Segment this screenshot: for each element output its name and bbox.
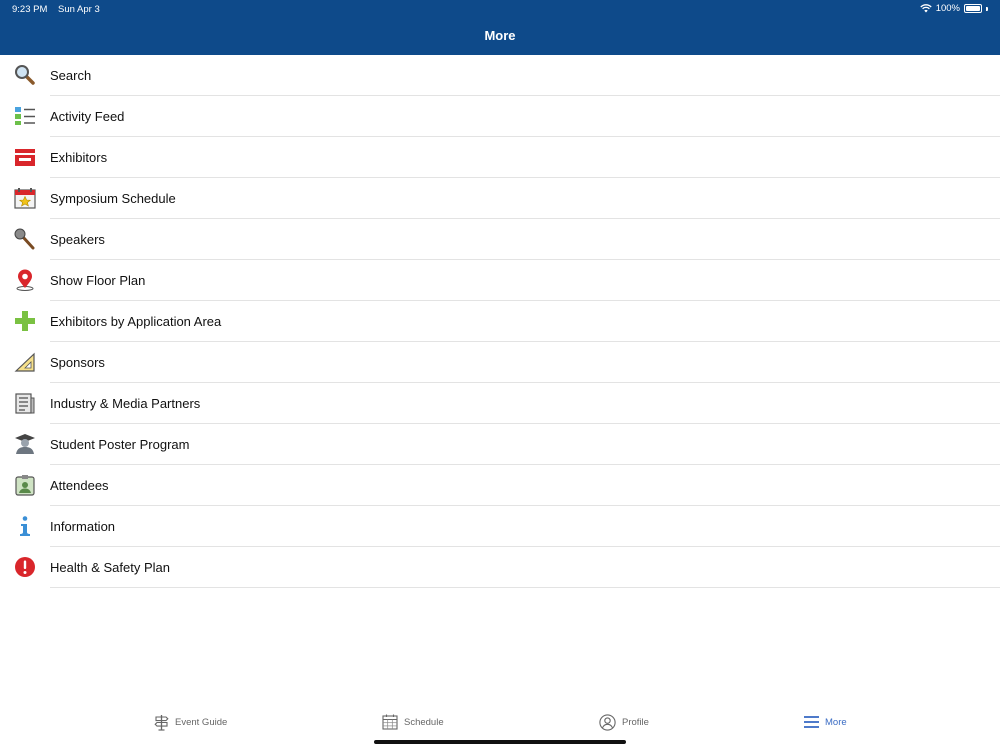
tab-label: Profile xyxy=(622,716,649,728)
status-bar: 9:23 PM Sun Apr 3 100% xyxy=(0,0,1000,18)
menu-item-show-floor-plan[interactable]: Show Floor Plan xyxy=(0,260,1000,301)
menu-item-information[interactable]: Information xyxy=(0,506,1000,547)
ruler-triangle-icon xyxy=(14,351,36,373)
search-icon xyxy=(14,64,36,86)
menu-item-label: Activity Feed xyxy=(50,109,125,124)
menu-item-label: Information xyxy=(50,519,116,534)
plus-icon xyxy=(14,310,36,332)
status-date: Sun Apr 3 xyxy=(58,4,100,15)
menu-item-search[interactable]: Search xyxy=(0,55,1000,96)
menu-item-activity-feed[interactable]: Activity Feed xyxy=(0,96,1000,137)
calendar-icon xyxy=(382,714,398,730)
page-title: More xyxy=(484,28,516,43)
battery-icon xyxy=(964,4,982,13)
menu-item-label: Attendees xyxy=(50,478,109,493)
menu-item-student-poster-program[interactable]: Student Poster Program xyxy=(0,424,1000,465)
map-pin-icon xyxy=(14,269,36,291)
menu-item-label: Symposium Schedule xyxy=(50,191,176,206)
menu-item-label: Exhibitors by Application Area xyxy=(50,314,222,329)
home-indicator[interactable] xyxy=(374,740,626,744)
calendar-star-icon xyxy=(14,187,36,209)
menu-item-label: Show Floor Plan xyxy=(50,273,146,288)
activity-feed-icon xyxy=(14,105,36,127)
microphone-icon xyxy=(14,228,36,250)
menu-item-label: Search xyxy=(50,68,92,83)
menu-item-industry-media-partners[interactable]: Industry & Media Partners xyxy=(0,383,1000,424)
menu-item-label: Exhibitors xyxy=(50,150,108,165)
menu-item-label: Industry & Media Partners xyxy=(50,396,201,411)
badge-icon xyxy=(14,474,36,496)
graduate-icon xyxy=(14,433,36,455)
newspaper-icon xyxy=(14,392,36,414)
menu-icon xyxy=(804,716,819,728)
menu-item-exhibitors[interactable]: Exhibitors xyxy=(0,137,1000,178)
menu-item-speakers[interactable]: Speakers xyxy=(0,219,1000,260)
more-menu-list: Search Activity Feed Exhibitors Symposiu… xyxy=(0,55,1000,588)
tab-label: Event Guide xyxy=(175,716,228,728)
status-time: 9:23 PM xyxy=(12,4,48,15)
menu-item-label: Speakers xyxy=(50,232,105,247)
menu-item-health-safety-plan[interactable]: Health & Safety Plan xyxy=(0,547,1000,588)
profile-icon xyxy=(599,713,616,731)
tab-more[interactable]: More xyxy=(804,712,847,732)
tab-event-guide[interactable]: Event Guide xyxy=(154,712,227,732)
tab-label: Schedule xyxy=(404,716,444,728)
tab-schedule[interactable]: Schedule xyxy=(382,712,444,732)
menu-item-symposium-schedule[interactable]: Symposium Schedule xyxy=(0,178,1000,219)
menu-item-label: Sponsors xyxy=(50,355,105,370)
tab-profile[interactable]: Profile xyxy=(599,712,649,732)
exhibitors-icon xyxy=(14,146,36,168)
menu-item-sponsors[interactable]: Sponsors xyxy=(0,342,1000,383)
info-icon xyxy=(14,515,36,537)
tab-label: More xyxy=(825,716,847,728)
menu-item-label: Health & Safety Plan xyxy=(50,560,170,575)
wifi-icon xyxy=(920,4,932,13)
alert-icon xyxy=(14,556,36,578)
signpost-icon xyxy=(154,714,169,731)
header-bar: 9:23 PM Sun Apr 3 100% More xyxy=(0,0,1000,55)
menu-item-exhibitors-by-application-area[interactable]: Exhibitors by Application Area xyxy=(0,301,1000,342)
menu-item-label: Student Poster Program xyxy=(50,437,190,452)
battery-percentage: 100% xyxy=(935,3,960,14)
menu-item-attendees[interactable]: Attendees xyxy=(0,465,1000,506)
